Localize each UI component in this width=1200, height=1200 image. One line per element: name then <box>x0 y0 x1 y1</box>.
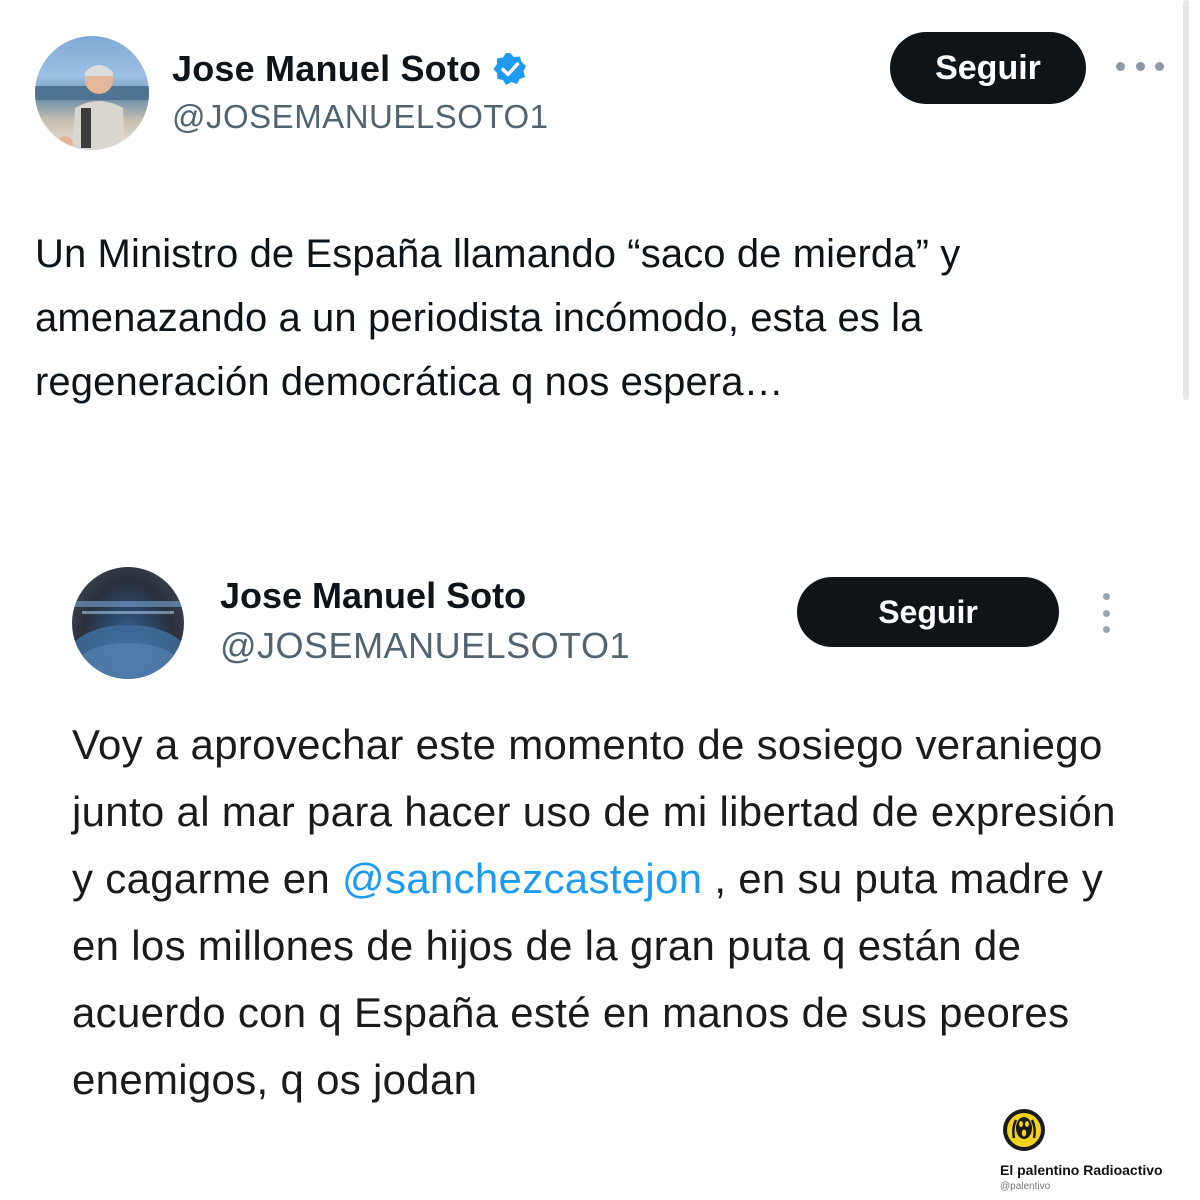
embedded-tweet-image: Jose Manuel Soto @JOSEMANUELSOTO1 Seguir… <box>60 545 1140 1195</box>
user-handle[interactable]: @JOSEMANUELSOTO1 <box>172 98 548 136</box>
watermark-handle: @palentivo <box>1000 1181 1051 1192</box>
scrollbar[interactable] <box>1183 0 1189 400</box>
embedded-user-handle: @JOSEMANUELSOTO1 <box>220 625 630 666</box>
profile-avatar[interactable] <box>35 36 149 150</box>
follow-button[interactable]: Seguir <box>890 32 1086 104</box>
embedded-tweet-text: Voy a aprovechar este momento de sosiego… <box>72 711 1132 1113</box>
display-name-row[interactable]: Jose Manuel Soto <box>172 48 527 90</box>
display-name[interactable]: Jose Manuel Soto <box>172 48 481 90</box>
embedded-mention-link: @sanchezcastejon <box>342 855 703 902</box>
tweet-text: Un Ministro de España llamando “saco de … <box>35 232 961 404</box>
watermark-name: El palentino Radioactivo <box>1000 1162 1163 1178</box>
more-vertical-icon <box>1100 593 1112 633</box>
profile-photo-illustration <box>35 65 149 150</box>
concert-crowd-illustration <box>72 601 184 679</box>
embedded-follow-button: Seguir <box>797 577 1059 647</box>
verified-badge-icon <box>493 52 527 86</box>
more-horizontal-icon[interactable] <box>1116 56 1164 76</box>
radioactive-scream-icon <box>1002 1108 1046 1152</box>
embedded-display-name: Jose Manuel Soto <box>220 575 527 616</box>
embedded-avatar <box>72 567 184 679</box>
